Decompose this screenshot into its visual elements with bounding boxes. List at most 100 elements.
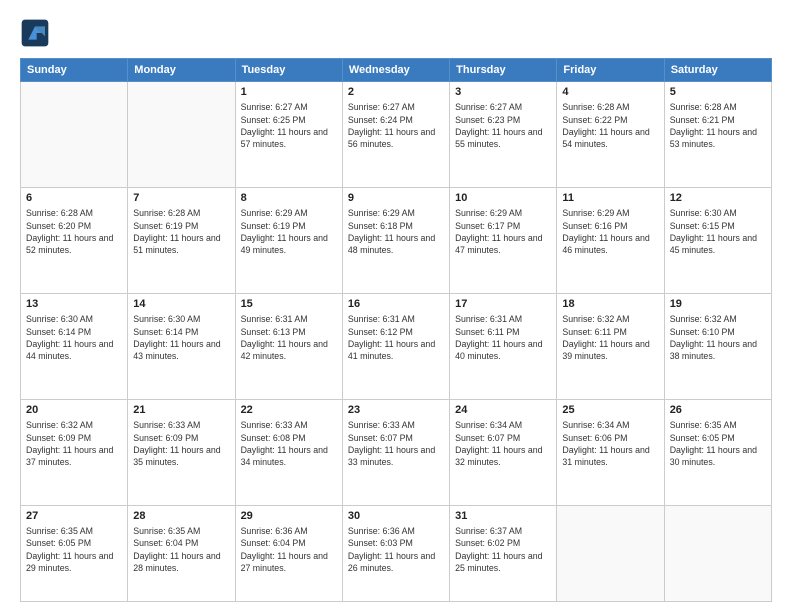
calendar-week-row: 1Sunrise: 6:27 AMSunset: 6:25 PMDaylight… xyxy=(21,82,772,188)
calendar-weekday-header: Friday xyxy=(557,59,664,82)
day-info: Sunrise: 6:33 AMSunset: 6:09 PMDaylight:… xyxy=(133,419,229,468)
calendar-day-cell: 7Sunrise: 6:28 AMSunset: 6:19 PMDaylight… xyxy=(128,187,235,293)
calendar-day-cell: 9Sunrise: 6:29 AMSunset: 6:18 PMDaylight… xyxy=(342,187,449,293)
calendar-day-cell: 24Sunrise: 6:34 AMSunset: 6:07 PMDayligh… xyxy=(450,399,557,505)
calendar-week-row: 27Sunrise: 6:35 AMSunset: 6:05 PMDayligh… xyxy=(21,505,772,601)
calendar-day-cell: 21Sunrise: 6:33 AMSunset: 6:09 PMDayligh… xyxy=(128,399,235,505)
day-number: 14 xyxy=(133,297,229,312)
calendar-day-cell: 5Sunrise: 6:28 AMSunset: 6:21 PMDaylight… xyxy=(664,82,771,188)
calendar-day-cell: 29Sunrise: 6:36 AMSunset: 6:04 PMDayligh… xyxy=(235,505,342,601)
day-number: 9 xyxy=(348,191,444,206)
calendar-day-cell xyxy=(21,82,128,188)
calendar-day-cell: 13Sunrise: 6:30 AMSunset: 6:14 PMDayligh… xyxy=(21,293,128,399)
day-info: Sunrise: 6:33 AMSunset: 6:08 PMDaylight:… xyxy=(241,419,337,468)
day-number: 1 xyxy=(241,85,337,100)
day-number: 17 xyxy=(455,297,551,312)
day-info: Sunrise: 6:31 AMSunset: 6:11 PMDaylight:… xyxy=(455,313,551,362)
calendar-day-cell: 22Sunrise: 6:33 AMSunset: 6:08 PMDayligh… xyxy=(235,399,342,505)
page: SundayMondayTuesdayWednesdayThursdayFrid… xyxy=(0,0,792,612)
day-number: 7 xyxy=(133,191,229,206)
day-number: 3 xyxy=(455,85,551,100)
calendar-week-row: 6Sunrise: 6:28 AMSunset: 6:20 PMDaylight… xyxy=(21,187,772,293)
day-info: Sunrise: 6:28 AMSunset: 6:22 PMDaylight:… xyxy=(562,101,658,150)
day-number: 6 xyxy=(26,191,122,206)
day-info: Sunrise: 6:32 AMSunset: 6:11 PMDaylight:… xyxy=(562,313,658,362)
calendar-header-row: SundayMondayTuesdayWednesdayThursdayFrid… xyxy=(21,59,772,82)
day-number: 4 xyxy=(562,85,658,100)
day-info: Sunrise: 6:30 AMSunset: 6:15 PMDaylight:… xyxy=(670,207,766,256)
calendar-week-row: 20Sunrise: 6:32 AMSunset: 6:09 PMDayligh… xyxy=(21,399,772,505)
day-info: Sunrise: 6:36 AMSunset: 6:03 PMDaylight:… xyxy=(348,525,444,574)
calendar-day-cell: 27Sunrise: 6:35 AMSunset: 6:05 PMDayligh… xyxy=(21,505,128,601)
day-number: 23 xyxy=(348,403,444,418)
calendar-day-cell: 30Sunrise: 6:36 AMSunset: 6:03 PMDayligh… xyxy=(342,505,449,601)
day-number: 2 xyxy=(348,85,444,100)
day-info: Sunrise: 6:30 AMSunset: 6:14 PMDaylight:… xyxy=(133,313,229,362)
day-number: 26 xyxy=(670,403,766,418)
logo xyxy=(20,18,56,48)
calendar-day-cell: 25Sunrise: 6:34 AMSunset: 6:06 PMDayligh… xyxy=(557,399,664,505)
day-number: 21 xyxy=(133,403,229,418)
day-info: Sunrise: 6:31 AMSunset: 6:12 PMDaylight:… xyxy=(348,313,444,362)
day-info: Sunrise: 6:29 AMSunset: 6:19 PMDaylight:… xyxy=(241,207,337,256)
day-number: 24 xyxy=(455,403,551,418)
day-info: Sunrise: 6:32 AMSunset: 6:09 PMDaylight:… xyxy=(26,419,122,468)
day-info: Sunrise: 6:33 AMSunset: 6:07 PMDaylight:… xyxy=(348,419,444,468)
calendar-week-row: 13Sunrise: 6:30 AMSunset: 6:14 PMDayligh… xyxy=(21,293,772,399)
calendar-day-cell: 1Sunrise: 6:27 AMSunset: 6:25 PMDaylight… xyxy=(235,82,342,188)
calendar-day-cell: 23Sunrise: 6:33 AMSunset: 6:07 PMDayligh… xyxy=(342,399,449,505)
day-number: 30 xyxy=(348,509,444,524)
calendar-weekday-header: Monday xyxy=(128,59,235,82)
calendar-day-cell: 19Sunrise: 6:32 AMSunset: 6:10 PMDayligh… xyxy=(664,293,771,399)
day-number: 19 xyxy=(670,297,766,312)
day-info: Sunrise: 6:34 AMSunset: 6:07 PMDaylight:… xyxy=(455,419,551,468)
calendar-day-cell: 6Sunrise: 6:28 AMSunset: 6:20 PMDaylight… xyxy=(21,187,128,293)
day-info: Sunrise: 6:35 AMSunset: 6:05 PMDaylight:… xyxy=(26,525,122,574)
day-info: Sunrise: 6:35 AMSunset: 6:05 PMDaylight:… xyxy=(670,419,766,468)
day-info: Sunrise: 6:35 AMSunset: 6:04 PMDaylight:… xyxy=(133,525,229,574)
calendar-day-cell xyxy=(664,505,771,601)
calendar-day-cell: 26Sunrise: 6:35 AMSunset: 6:05 PMDayligh… xyxy=(664,399,771,505)
day-info: Sunrise: 6:30 AMSunset: 6:14 PMDaylight:… xyxy=(26,313,122,362)
day-info: Sunrise: 6:36 AMSunset: 6:04 PMDaylight:… xyxy=(241,525,337,574)
day-info: Sunrise: 6:31 AMSunset: 6:13 PMDaylight:… xyxy=(241,313,337,362)
calendar-day-cell: 17Sunrise: 6:31 AMSunset: 6:11 PMDayligh… xyxy=(450,293,557,399)
calendar-weekday-header: Saturday xyxy=(664,59,771,82)
calendar-weekday-header: Tuesday xyxy=(235,59,342,82)
day-info: Sunrise: 6:28 AMSunset: 6:20 PMDaylight:… xyxy=(26,207,122,256)
calendar-day-cell: 11Sunrise: 6:29 AMSunset: 6:16 PMDayligh… xyxy=(557,187,664,293)
day-info: Sunrise: 6:27 AMSunset: 6:25 PMDaylight:… xyxy=(241,101,337,150)
day-info: Sunrise: 6:29 AMSunset: 6:16 PMDaylight:… xyxy=(562,207,658,256)
calendar-weekday-header: Wednesday xyxy=(342,59,449,82)
day-number: 15 xyxy=(241,297,337,312)
calendar-day-cell xyxy=(128,82,235,188)
day-info: Sunrise: 6:37 AMSunset: 6:02 PMDaylight:… xyxy=(455,525,551,574)
day-number: 20 xyxy=(26,403,122,418)
day-number: 25 xyxy=(562,403,658,418)
day-info: Sunrise: 6:27 AMSunset: 6:23 PMDaylight:… xyxy=(455,101,551,150)
day-number: 12 xyxy=(670,191,766,206)
day-info: Sunrise: 6:27 AMSunset: 6:24 PMDaylight:… xyxy=(348,101,444,150)
day-number: 5 xyxy=(670,85,766,100)
calendar-table: SundayMondayTuesdayWednesdayThursdayFrid… xyxy=(20,58,772,602)
calendar-day-cell: 8Sunrise: 6:29 AMSunset: 6:19 PMDaylight… xyxy=(235,187,342,293)
day-info: Sunrise: 6:34 AMSunset: 6:06 PMDaylight:… xyxy=(562,419,658,468)
day-info: Sunrise: 6:28 AMSunset: 6:21 PMDaylight:… xyxy=(670,101,766,150)
day-info: Sunrise: 6:29 AMSunset: 6:18 PMDaylight:… xyxy=(348,207,444,256)
calendar-day-cell: 14Sunrise: 6:30 AMSunset: 6:14 PMDayligh… xyxy=(128,293,235,399)
calendar-day-cell: 20Sunrise: 6:32 AMSunset: 6:09 PMDayligh… xyxy=(21,399,128,505)
day-info: Sunrise: 6:29 AMSunset: 6:17 PMDaylight:… xyxy=(455,207,551,256)
day-number: 16 xyxy=(348,297,444,312)
day-number: 28 xyxy=(133,509,229,524)
calendar-day-cell: 16Sunrise: 6:31 AMSunset: 6:12 PMDayligh… xyxy=(342,293,449,399)
calendar-day-cell xyxy=(557,505,664,601)
calendar-day-cell: 10Sunrise: 6:29 AMSunset: 6:17 PMDayligh… xyxy=(450,187,557,293)
calendar-day-cell: 28Sunrise: 6:35 AMSunset: 6:04 PMDayligh… xyxy=(128,505,235,601)
calendar-day-cell: 31Sunrise: 6:37 AMSunset: 6:02 PMDayligh… xyxy=(450,505,557,601)
day-number: 18 xyxy=(562,297,658,312)
calendar-weekday-header: Sunday xyxy=(21,59,128,82)
day-info: Sunrise: 6:32 AMSunset: 6:10 PMDaylight:… xyxy=(670,313,766,362)
day-number: 31 xyxy=(455,509,551,524)
calendar-day-cell: 18Sunrise: 6:32 AMSunset: 6:11 PMDayligh… xyxy=(557,293,664,399)
header xyxy=(20,18,772,48)
